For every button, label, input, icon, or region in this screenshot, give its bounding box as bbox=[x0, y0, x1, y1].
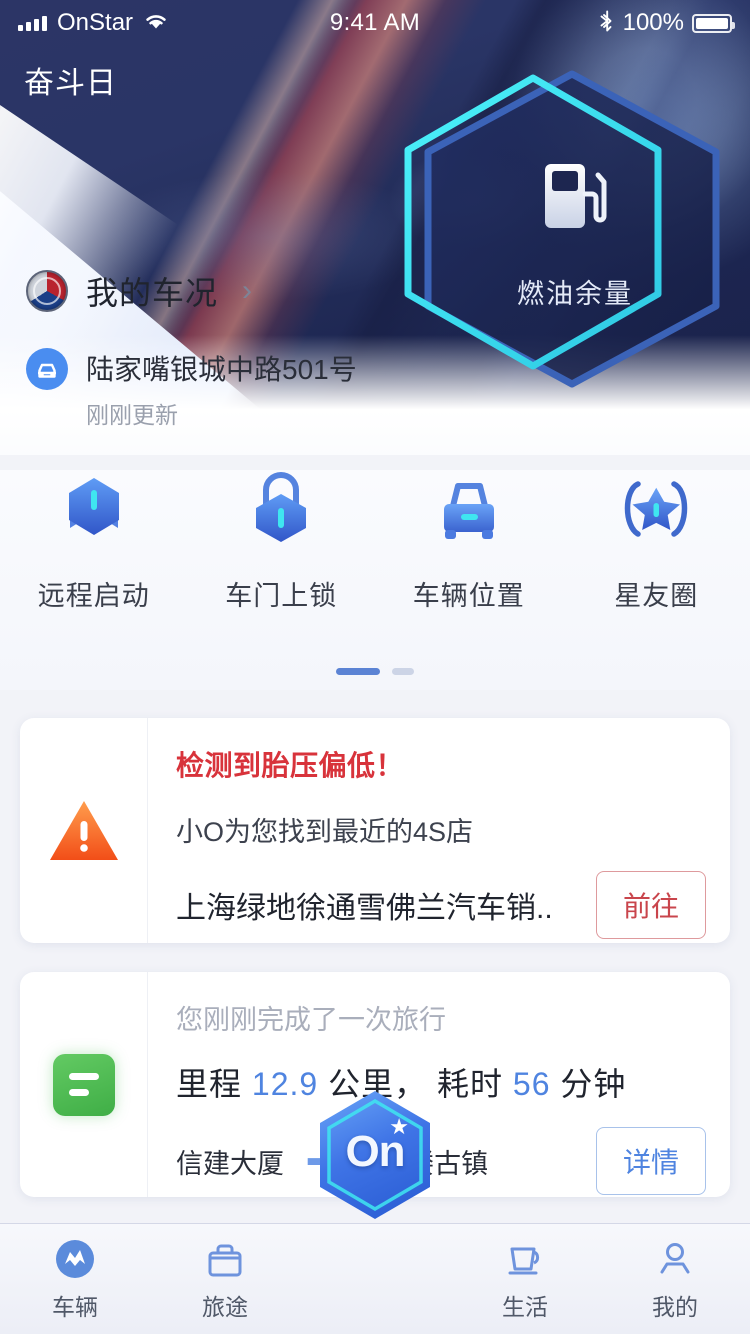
star-icon: ★ bbox=[389, 1114, 409, 1139]
navigate-button[interactable]: 前往 bbox=[595, 871, 706, 939]
app-screen: OnStar 9:41 AM 100% 奋斗日 燃油余量 我的车况 › 陆家嘴银… bbox=[0, 0, 750, 1334]
warning-triangle-icon bbox=[47, 798, 121, 864]
duration-unit: 分钟 bbox=[560, 1066, 627, 1102]
quick-action-star-circle[interactable]: 星友圈 bbox=[563, 470, 750, 690]
door-lock-icon bbox=[244, 470, 318, 550]
remote-start-icon bbox=[57, 470, 131, 550]
tab-onstar-center[interactable]: On ★ bbox=[300, 1091, 450, 1236]
page-dot-active[interactable] bbox=[336, 668, 380, 675]
quick-action-remote-start[interactable]: 远程启动 bbox=[0, 470, 188, 690]
card-icon-slot bbox=[20, 972, 148, 1197]
my-vehicle-status-row[interactable]: 我的车况 › bbox=[26, 268, 357, 314]
card-icon-slot bbox=[20, 718, 148, 943]
trip-headline: 您刚刚完成了一次旅行 bbox=[176, 1005, 446, 1035]
alert-dealer-row: 上海绿地徐通雪佛兰汽车销.. 前往 bbox=[176, 871, 706, 939]
tab-journey[interactable]: 旅途 bbox=[150, 1224, 300, 1322]
quick-action-vehicle-location[interactable]: 车辆位置 bbox=[375, 470, 563, 690]
vehicle-updated-time: 刚刚更新 bbox=[86, 402, 178, 428]
trip-origin: 信建大厦 bbox=[176, 1148, 284, 1179]
onstar-label: On bbox=[345, 1127, 405, 1176]
tab-label: 旅途 bbox=[202, 1294, 248, 1320]
alert-card-body: 检测到胎压偏低！ 小O为您找到最近的4S店 上海绿地徐通雪佛兰汽车销.. 前往 bbox=[148, 718, 730, 943]
status-bar-left: OnStar bbox=[0, 9, 248, 37]
battery-percent-label: 100% bbox=[622, 9, 684, 36]
quick-action-label: 车门上锁 bbox=[225, 581, 338, 611]
signal-bars-icon bbox=[18, 15, 47, 31]
onstar-hex-icon[interactable]: On ★ bbox=[315, 1088, 435, 1222]
car-icon bbox=[26, 348, 68, 390]
page-indicator[interactable] bbox=[0, 668, 750, 675]
tab-label: 生活 bbox=[502, 1294, 548, 1320]
vehicle-address: 陆家嘴银城中路501号 bbox=[86, 354, 357, 385]
duration-prefix: 耗时 bbox=[436, 1066, 503, 1102]
bluetooth-icon bbox=[599, 9, 615, 38]
fuel-level-label: 燃油余量 bbox=[517, 279, 633, 309]
distance-value: 12.9 bbox=[251, 1066, 319, 1102]
my-vehicle-status-label: 我的车况 bbox=[86, 275, 219, 311]
quick-action-label: 车辆位置 bbox=[412, 581, 525, 611]
quick-action-label: 星友圈 bbox=[614, 581, 699, 611]
tab-label: 车辆 bbox=[52, 1294, 98, 1320]
tab-life[interactable]: 生活 bbox=[450, 1224, 600, 1322]
trip-details-button[interactable]: 详情 bbox=[595, 1127, 706, 1195]
page-title: 奋斗日 bbox=[24, 67, 117, 100]
wifi-icon bbox=[143, 11, 169, 36]
tab-label: 我的 bbox=[652, 1294, 698, 1320]
carrier-label: OnStar bbox=[57, 9, 134, 36]
quick-action-door-lock[interactable]: 车门上锁 bbox=[188, 470, 376, 690]
alert-subtitle: 小O为您找到最近的4S店 bbox=[176, 817, 474, 847]
quick-actions-row: 远程启动 车门上锁 车辆位置 星友圈 bbox=[0, 470, 750, 690]
trip-route-row: 信建大厦 ➡ 召稼楼古镇 详情 bbox=[176, 1127, 706, 1195]
page-dot-inactive[interactable] bbox=[392, 668, 414, 675]
duration-value: 56 bbox=[512, 1066, 551, 1102]
chevron-right-icon: › bbox=[242, 274, 253, 307]
distance-prefix: 里程 bbox=[176, 1066, 243, 1102]
vehicle-tab-icon bbox=[52, 1236, 98, 1282]
person-tab-icon bbox=[652, 1236, 698, 1282]
tab-vehicle[interactable]: 车辆 bbox=[0, 1224, 150, 1322]
battery-full-icon bbox=[692, 13, 735, 33]
status-bar-right: 100% bbox=[503, 9, 750, 38]
bottom-tab-bar: 车辆 旅途 On ★ 生活 我的 bbox=[0, 1091, 750, 1334]
tab-mine[interactable]: 我的 bbox=[600, 1224, 750, 1322]
vehicle-location-row[interactable]: 陆家嘴银城中路501号 刚刚更新 bbox=[26, 348, 357, 430]
fuel-level-hexagon[interactable]: 燃油余量 bbox=[404, 60, 720, 388]
fuel-pump-icon bbox=[430, 160, 720, 234]
quick-action-label: 远程启动 bbox=[37, 581, 150, 611]
trip-list-icon bbox=[52, 1053, 115, 1116]
trip-card-body: 您刚刚完成了一次旅行 里程 12.9 公里， 耗时 56 分钟 信建大厦 ➡ 召… bbox=[148, 972, 730, 1197]
cup-tab-icon bbox=[502, 1236, 548, 1282]
alert-dealer-name: 上海绿地徐通雪佛兰汽车销.. bbox=[176, 892, 553, 925]
trip-summary: 里程 12.9 公里， 耗时 56 分钟 bbox=[176, 1059, 706, 1105]
status-bar: OnStar 9:41 AM 100% bbox=[0, 0, 750, 46]
buick-logo-icon bbox=[26, 270, 68, 312]
vehicle-location-icon bbox=[427, 470, 511, 550]
clock-label: 9:41 AM bbox=[329, 9, 421, 36]
alert-title: 检测到胎压偏低！ bbox=[176, 750, 405, 781]
star-circle-icon bbox=[614, 470, 698, 550]
vehicle-info-block: 我的车况 › 陆家嘴银城中路501号 刚刚更新 bbox=[26, 268, 357, 430]
tire-pressure-alert-card[interactable]: 检测到胎压偏低！ 小O为您找到最近的4S店 上海绿地徐通雪佛兰汽车销.. 前往 bbox=[20, 718, 730, 943]
suitcase-tab-icon bbox=[202, 1236, 248, 1282]
